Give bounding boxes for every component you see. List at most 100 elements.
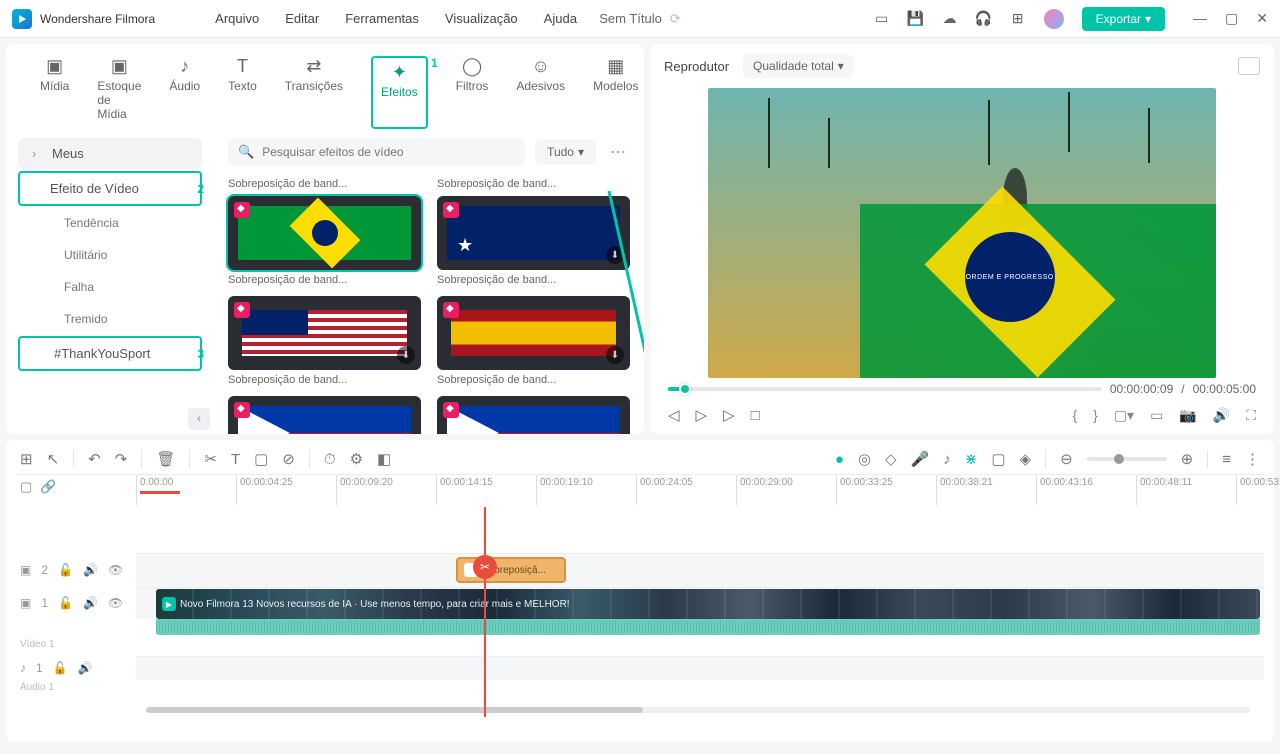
effect-card-usa[interactable]: ⬇ Sobreposição de band... — [228, 296, 421, 392]
next-frame-button[interactable]: ▷ — [696, 406, 708, 424]
pointer-icon[interactable]: ↖ — [47, 450, 60, 468]
stop-button[interactable]: □ — [751, 407, 760, 424]
snap-icon[interactable]: ⋇ — [965, 450, 978, 468]
lock-icon[interactable]: 🔓 — [53, 661, 68, 675]
list-icon[interactable]: ≡ — [1222, 451, 1231, 468]
tab-filters[interactable]: ◯Filtros — [456, 56, 489, 129]
search-input[interactable] — [262, 145, 515, 159]
tab-templates[interactable]: ▦Modelos — [593, 56, 638, 129]
video-track-icon[interactable]: ▣ — [20, 596, 31, 610]
zoom-slider[interactable] — [1087, 457, 1167, 461]
sidebar-glitch[interactable]: Falha — [18, 272, 202, 302]
quality-dropdown[interactable]: Qualidade total ▾ — [743, 54, 854, 78]
window-maximize[interactable]: ▢ — [1225, 10, 1238, 27]
settings-icon[interactable]: ⋮ — [1245, 450, 1260, 468]
play-button[interactable]: ▷ — [723, 406, 735, 424]
snapshot-button[interactable] — [1238, 57, 1260, 75]
video-clip[interactable]: ▶ Novo Filmora 13 Novos recursos de IA ·… — [156, 589, 1260, 619]
zoom-in-icon[interactable]: ⊕ — [1181, 450, 1194, 468]
target-icon[interactable]: ◎ — [858, 450, 871, 468]
camera-icon[interactable]: 📷 — [1179, 407, 1196, 424]
apps-icon[interactable]: ⊞ — [1010, 11, 1026, 27]
device-icon[interactable]: ▭ — [874, 11, 890, 27]
effect-card-australia[interactable]: Sobreposição de band... ⬇ Sobreposição d… — [437, 174, 630, 292]
bracket-open-icon[interactable]: { — [1072, 407, 1077, 423]
music-icon[interactable]: ♪ — [943, 451, 951, 468]
menu-tools[interactable]: Ferramentas — [345, 11, 419, 26]
adjust-icon[interactable]: ⚙ — [350, 450, 363, 468]
tab-stickers[interactable]: ☺Adesivos — [516, 56, 565, 129]
effect-card-ph2[interactable]: ⬇ — [437, 396, 630, 434]
redo-icon[interactable]: ↷ — [115, 450, 128, 468]
mute-icon[interactable]: 🔊 — [83, 596, 98, 610]
crop-icon[interactable]: ▢ — [254, 450, 268, 468]
sidebar-shake[interactable]: Tremido — [18, 304, 202, 334]
download-icon[interactable]: ⬇ — [606, 346, 624, 364]
prev-frame-button[interactable]: ◁ — [668, 406, 680, 424]
video-preview[interactable] — [708, 88, 1216, 378]
tab-stock[interactable]: ▣Estoque de Mídia — [97, 56, 141, 129]
timeline-ruler[interactable]: 0:00:00 00:00:04:25 00:00:09:20 00:00:14… — [136, 475, 1264, 505]
ratio-icon[interactable]: ▢▾ — [1114, 407, 1134, 424]
export-button[interactable]: Exportar ▾ — [1082, 7, 1165, 31]
sidebar-utility[interactable]: Utilitário — [18, 240, 202, 270]
marker-add-icon[interactable]: ▢ — [20, 479, 32, 495]
user-avatar[interactable] — [1044, 9, 1064, 29]
sidebar-meus[interactable]: Meus — [18, 138, 202, 169]
link-track-icon[interactable]: 🔗 — [40, 479, 56, 495]
mute-icon[interactable]: 🔊 — [83, 563, 98, 577]
tab-transitions[interactable]: ⇄Transições — [285, 56, 343, 129]
playback-slider[interactable] — [668, 387, 1102, 391]
download-icon[interactable]: ⬇ — [397, 346, 415, 364]
download-icon[interactable]: ⬇ — [606, 246, 624, 264]
split-icon[interactable]: ✂ — [473, 555, 497, 579]
lock-icon[interactable]: 🔓 — [58, 563, 73, 577]
fullscreen-icon[interactable]: ⛶ — [1246, 407, 1256, 424]
sidebar-thankyousport[interactable]: #ThankYouSport 3 — [18, 336, 202, 371]
tab-audio[interactable]: ♪Áudio — [169, 56, 200, 129]
menu-help[interactable]: Ajuda — [544, 11, 577, 26]
text-tool-icon[interactable]: T — [231, 451, 240, 468]
lock-icon[interactable]: 🔓 — [58, 596, 73, 610]
audio-track-icon[interactable]: ♪ — [20, 661, 26, 675]
cloud-icon[interactable]: ☁ — [942, 11, 958, 27]
zoom-out-icon[interactable]: ⊖ — [1060, 450, 1073, 468]
timeline-scrollbar[interactable] — [146, 707, 1250, 713]
mic-icon[interactable]: 🎤 — [911, 450, 930, 468]
save-icon[interactable]: 💾 — [908, 11, 924, 27]
window-minimize[interactable]: — — [1193, 10, 1207, 27]
effect-track-icon[interactable]: ▣ — [20, 563, 31, 577]
menu-file[interactable]: Arquivo — [215, 11, 259, 26]
more-menu[interactable]: ⋯ — [606, 142, 630, 162]
link-icon[interactable]: ⊘ — [282, 450, 295, 468]
grid-icon[interactable]: ⊞ — [20, 450, 33, 468]
speed-icon[interactable]: ⏱ — [324, 451, 336, 468]
volume-icon[interactable]: 🔊 — [1213, 407, 1230, 424]
menu-edit[interactable]: Editar — [285, 11, 319, 26]
delete-icon[interactable]: 🗑 — [156, 450, 175, 468]
shield-icon[interactable]: ◇ — [885, 450, 897, 468]
effect-card-spain[interactable]: ⬇ Sobreposição de band... — [437, 296, 630, 392]
undo-icon[interactable]: ↶ — [88, 450, 101, 468]
bracket-close-icon[interactable]: } — [1093, 407, 1098, 423]
cut-icon[interactable]: ✂ — [204, 450, 217, 468]
tab-text[interactable]: TTexto — [228, 56, 257, 129]
filter-dropdown[interactable]: Tudo ▾ — [535, 139, 596, 165]
sidebar-video-effect[interactable]: Efeito de Vídeo 2 — [18, 171, 202, 206]
sidebar-collapse[interactable]: ‹ — [188, 408, 210, 430]
frame-icon[interactable]: ▢ — [991, 450, 1005, 468]
tab-effects[interactable]: ✦ Efeitos 1 — [371, 56, 428, 129]
effect-card-brazil[interactable]: Sobreposição de band... Sobreposição de … — [228, 174, 421, 292]
window-close[interactable]: ✕ — [1256, 10, 1268, 27]
audio-waveform[interactable] — [156, 619, 1260, 635]
sidebar-trending[interactable]: Tendência — [18, 208, 202, 238]
headphones-icon[interactable]: 🎧 — [976, 11, 992, 27]
tab-media[interactable]: ▣Mídia — [40, 56, 69, 129]
effect-card-ph1[interactable]: ⬇ — [228, 396, 421, 434]
face-icon[interactable]: ● — [835, 451, 844, 468]
eye-icon[interactable]: 👁 — [108, 596, 123, 610]
playhead[interactable]: ✂ — [484, 507, 486, 717]
menu-view[interactable]: Visualização — [445, 11, 518, 26]
marker-icon[interactable]: ◈ — [1020, 450, 1032, 468]
mute-icon[interactable]: 🔊 — [78, 661, 93, 675]
